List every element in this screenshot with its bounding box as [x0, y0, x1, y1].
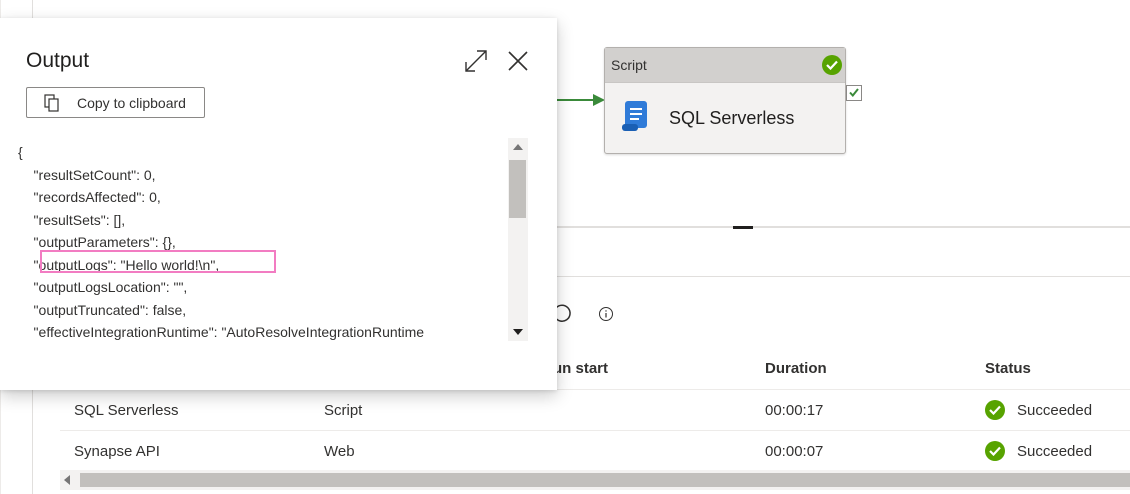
scroll-down-icon[interactable]: [513, 329, 523, 335]
output-panel: Output Copy to clipboard { "resultSetCou…: [0, 18, 557, 390]
cell-activity-name[interactable]: SQL Serverless: [74, 390, 178, 430]
success-check-icon: [985, 441, 1005, 461]
copy-to-clipboard-button[interactable]: Copy to clipboard: [26, 87, 205, 118]
activity-type-label: Script: [611, 57, 647, 73]
horizontal-scrollbar[interactable]: [60, 470, 1130, 490]
status-badge: Succeeded: [985, 390, 1092, 430]
header-run-start[interactable]: un start: [553, 347, 608, 389]
table-row[interactable]: Synapse API Web 00:00:07 Succeeded: [60, 431, 1130, 472]
script-icon: [619, 98, 655, 139]
vertical-scrollbar[interactable]: [508, 138, 528, 341]
copy-icon: [44, 93, 59, 112]
cell-activity-name[interactable]: Synapse API: [74, 431, 160, 471]
cell-duration: 00:00:07: [765, 442, 824, 460]
activity-card-sql-serverless[interactable]: Script SQL Serverless: [604, 47, 846, 154]
code-line: "outputLogsLocation": "",: [18, 279, 188, 295]
pipeline-connector: [555, 99, 597, 101]
success-check-icon: [822, 55, 842, 75]
header-status[interactable]: Status: [985, 347, 1031, 389]
expand-icon[interactable]: [463, 48, 489, 74]
activity-header: Script: [605, 48, 845, 83]
panel-title: Output: [26, 49, 90, 72]
scroll-left-icon[interactable]: [64, 475, 70, 485]
code-line: "outputTruncated": false,: [18, 301, 187, 318]
cell-duration: 00:00:17: [765, 401, 824, 419]
vertical-scroll-thumb[interactable]: [509, 160, 526, 218]
success-output-checkbox[interactable]: [846, 85, 862, 101]
code-line: "resultSetCount": 0,: [18, 166, 156, 183]
status-badge: Succeeded: [985, 431, 1092, 471]
code-line: {: [18, 144, 23, 160]
resize-handle[interactable]: [733, 226, 753, 229]
status-text: Succeeded: [1017, 401, 1093, 419]
scroll-up-icon[interactable]: [513, 144, 523, 150]
close-icon[interactable]: [505, 48, 531, 74]
code-line: "effectiveIntegrationRuntime": "AutoReso…: [18, 324, 425, 340]
code-line: "resultSets": [],: [18, 211, 126, 228]
status-text: Succeeded: [1017, 442, 1093, 460]
info-icon[interactable]: [598, 306, 614, 327]
cell-activity-type: Web: [324, 442, 355, 460]
code-line: "recordsAffected": 0,: [18, 189, 161, 205]
highlight-box: [40, 250, 276, 273]
canvas-divider: [555, 226, 1130, 228]
activity-body: SQL Serverless: [605, 83, 845, 153]
header-duration[interactable]: Duration: [765, 347, 827, 389]
horizontal-scroll-thumb[interactable]: [80, 473, 1130, 487]
activity-name: SQL Serverless: [669, 107, 795, 128]
copy-button-label: Copy to clipboard: [77, 94, 186, 111]
cell-activity-type: Script: [324, 401, 363, 419]
success-check-icon: [985, 400, 1005, 420]
table-row[interactable]: SQL Serverless Script 00:00:17 Succeeded: [60, 390, 1130, 431]
toolbar-separator: [555, 276, 1130, 277]
output-json-viewer[interactable]: { "resultSetCount": 0, "recordsAffected"…: [18, 141, 502, 341]
